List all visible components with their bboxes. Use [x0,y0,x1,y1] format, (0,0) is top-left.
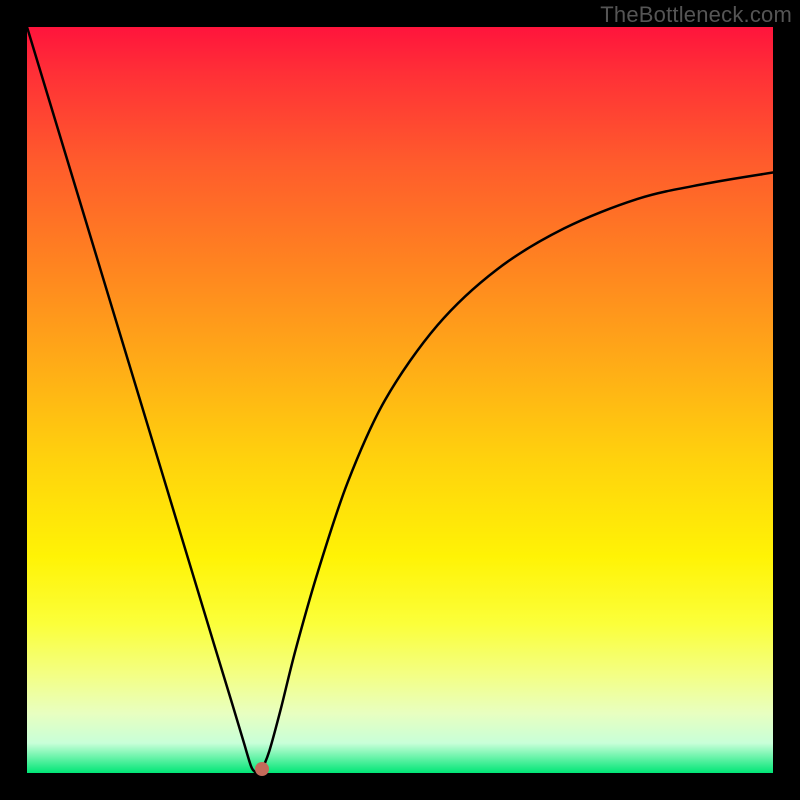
watermark-text: TheBottleneck.com [600,2,792,28]
chart-curve [27,27,773,773]
chart-frame [27,27,773,773]
chart-marker-dot [255,762,269,776]
